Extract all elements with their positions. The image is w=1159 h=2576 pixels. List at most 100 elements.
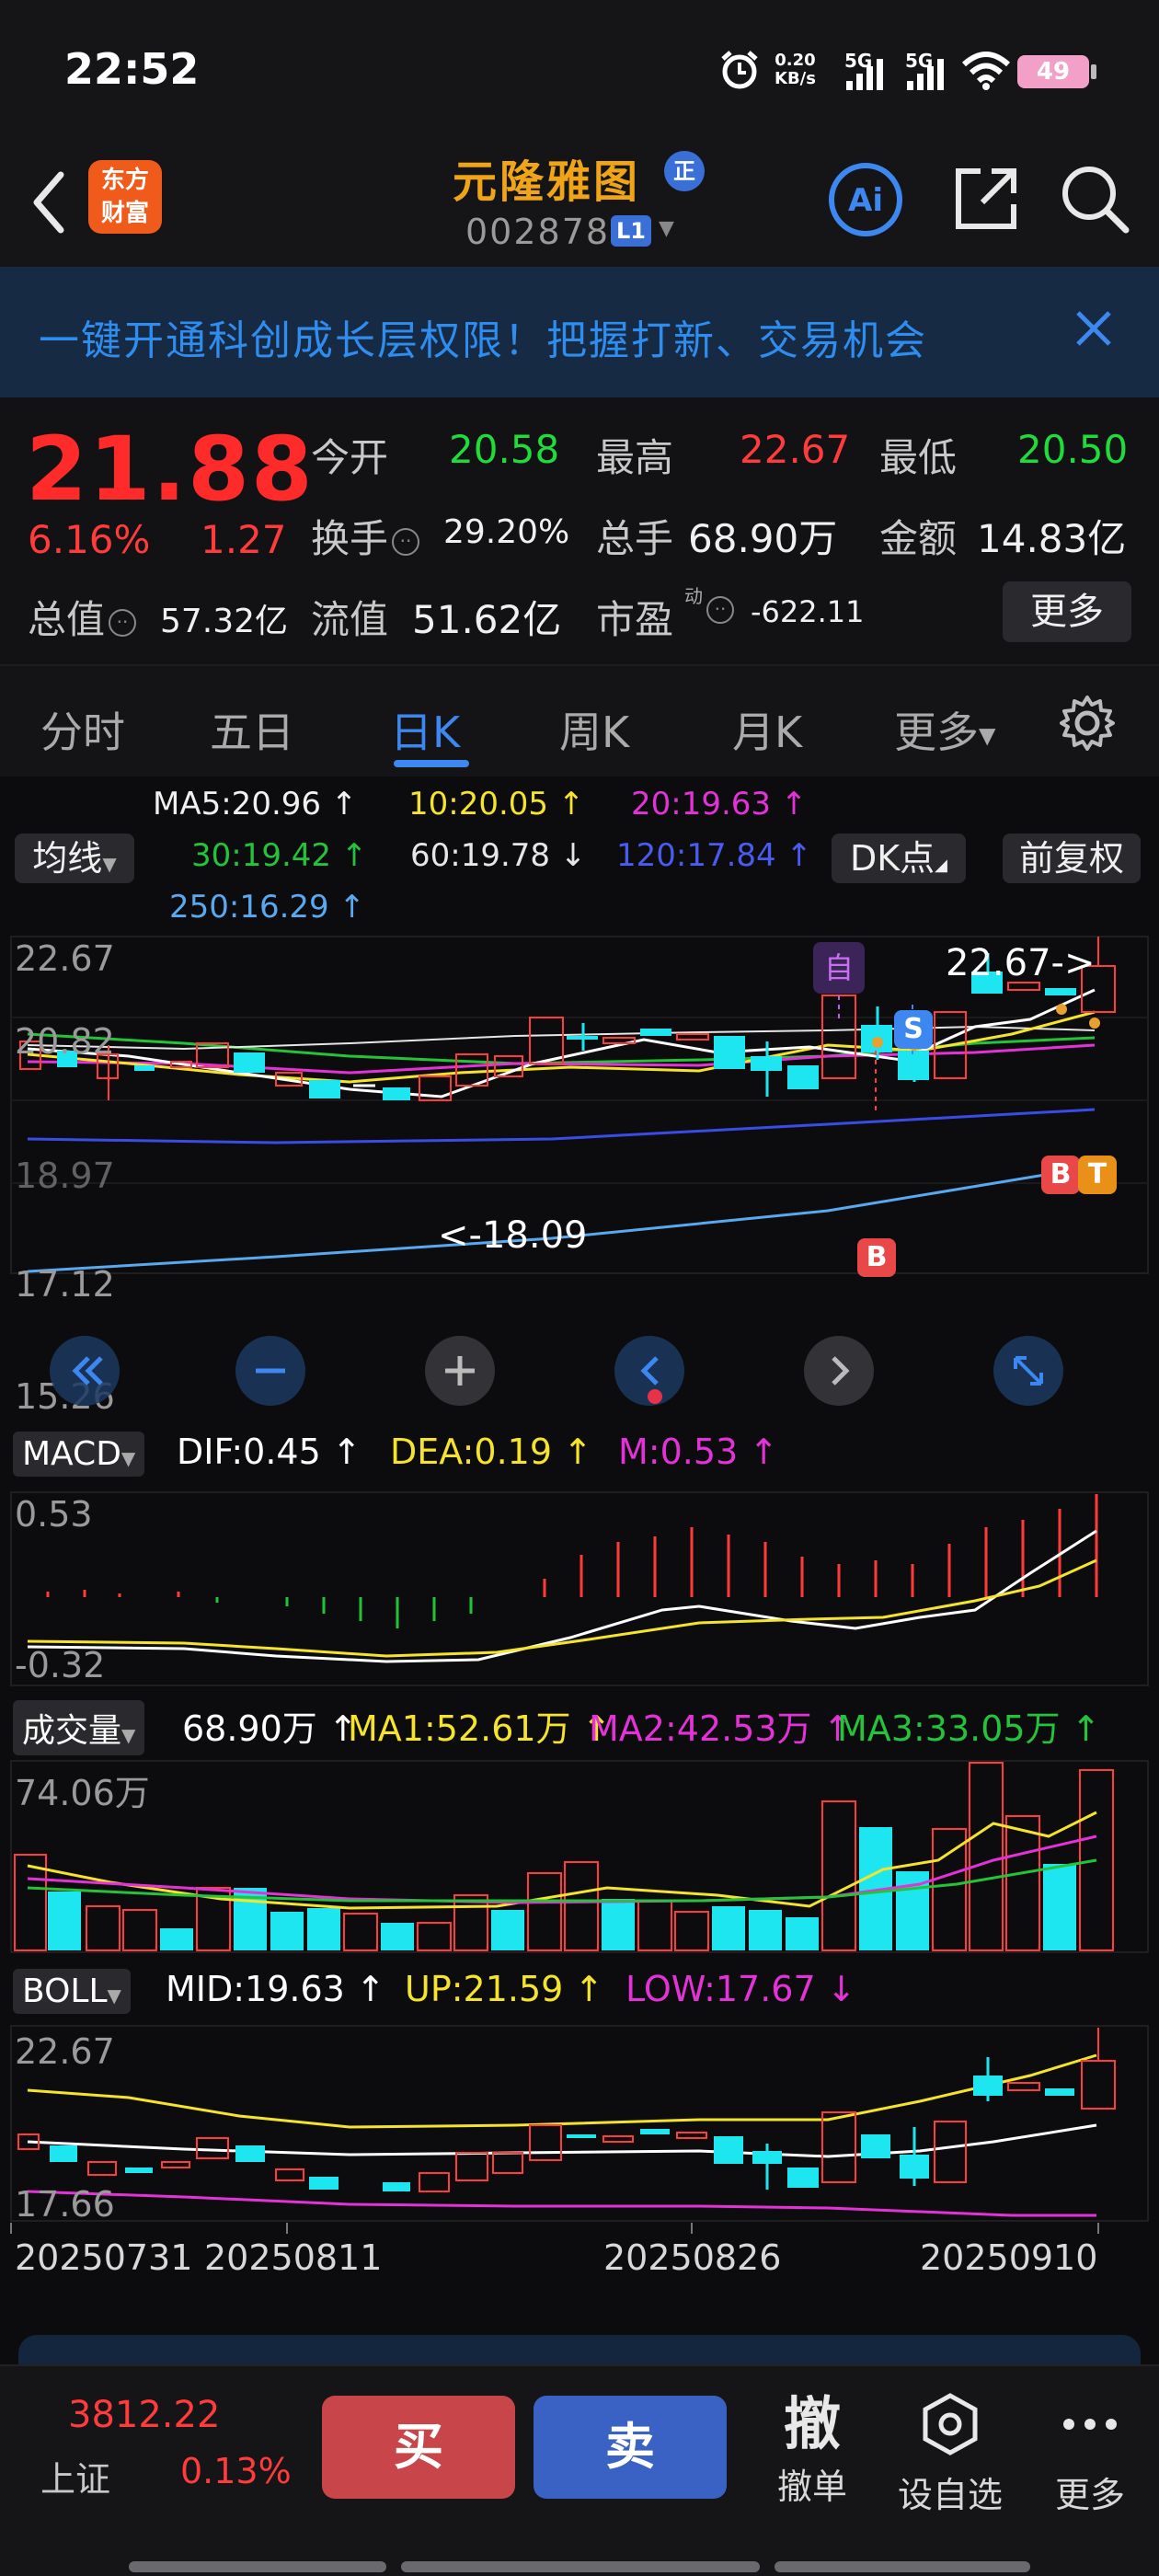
pe-label: 市盈	[596, 597, 674, 642]
index-name[interactable]: 上证	[40, 2451, 110, 2501]
eastmoney-logo[interactable]: 东方 财富	[88, 160, 162, 234]
volume-bars	[14, 1762, 1114, 1951]
float-cap-label: 流值	[311, 597, 389, 642]
boll-selector[interactable]: BOLL▼	[13, 1969, 131, 2014]
pe-value: -622.11	[751, 594, 865, 629]
last-price: 21.88	[26, 418, 315, 521]
signal-icon	[846, 59, 883, 90]
sell-button[interactable]: 卖	[534, 2396, 727, 2499]
buy-signal-marker-2[interactable]: B	[1041, 1156, 1080, 1194]
turnover-label: 换手 ··	[311, 508, 423, 564]
ai-assistant-icon[interactable]: Ai	[828, 162, 903, 237]
back-arrow-icon[interactable]	[26, 166, 72, 239]
macd-selector[interactable]: MACD▼	[13, 1432, 145, 1477]
pe-superscript: 动	[684, 585, 703, 607]
step-back-icon[interactable]	[613, 1334, 686, 1408]
caret-down-icon: ▼	[107, 1984, 121, 2007]
dk-point-button[interactable]: DK点◢	[832, 834, 966, 883]
zoom-out-icon[interactable]	[234, 1334, 307, 1408]
buy-button[interactable]: 买	[322, 2396, 515, 2499]
index-value[interactable]: 3812.22	[68, 2394, 220, 2436]
y-axis-label: 20.82	[15, 1021, 115, 1062]
volume-ma1: MA1:52.61万 ↑	[348, 1708, 612, 1749]
more-actions-button[interactable]: 更多	[1030, 2390, 1150, 2517]
more-dots-icon	[1063, 2419, 1117, 2430]
net-speed: 0.20 KB/s	[775, 51, 816, 88]
t-signal-marker[interactable]: T	[1078, 1156, 1117, 1194]
share-icon[interactable]	[949, 162, 1023, 236]
volume-value: 68.90万	[688, 516, 838, 561]
index-change-percent[interactable]: 0.13%	[180, 2451, 292, 2491]
macd-chart[interactable]	[0, 1490, 1159, 1687]
sell-signal-marker[interactable]: S	[894, 1010, 933, 1049]
caret-down-icon: ▼	[102, 853, 117, 875]
battery-tip	[1091, 64, 1096, 79]
macd-y-bottom: -0.32	[15, 1645, 106, 1685]
market-cap-value: 57.32亿	[160, 603, 289, 640]
volume-value: 68.90万 ↑	[182, 1708, 358, 1749]
zoom-in-icon[interactable]	[423, 1334, 497, 1408]
step-forward-icon[interactable]	[802, 1334, 876, 1408]
cancel-order-icon: 撤	[783, 2390, 841, 2457]
promo-text[interactable]: 一键开通科创成长层权限！把握打新、交易机会	[39, 307, 927, 366]
ma20-value: 20:19.63 ↑	[631, 786, 808, 822]
add-watchlist-button[interactable]: 设自选	[890, 2390, 1010, 2517]
float-cap-value: 51.62亿	[412, 597, 562, 642]
info-icon[interactable]: ··	[109, 608, 137, 637]
battery-indicator: 49	[1017, 55, 1089, 88]
info-icon[interactable]: ··	[392, 527, 420, 556]
amount-value: 14.83亿	[977, 516, 1127, 561]
clock: 22:52	[64, 44, 200, 94]
status-badge: 正	[664, 151, 705, 191]
info-icon[interactable]: ··	[703, 596, 738, 624]
tab-monthly-k[interactable]: 月K	[732, 699, 802, 760]
market-cap-label: 总值 ··	[28, 589, 140, 645]
date-label: 20250811	[204, 2237, 383, 2278]
ma5-value: MA5:20.96 ↑	[153, 786, 358, 822]
tab-daily-k[interactable]: 日K	[390, 699, 460, 760]
price-adjust-button[interactable]: 前复权	[1003, 834, 1141, 883]
macd-dea: DEA:0.19 ↑	[390, 1432, 592, 1472]
cancel-order-button[interactable]: 撤 撤单	[752, 2390, 872, 2509]
level-badge[interactable]: L1	[611, 215, 651, 247]
volume-selector[interactable]: 成交量▼	[13, 1700, 145, 1755]
self-select-marker[interactable]: 自	[813, 942, 865, 994]
change-value: 1.27	[201, 517, 287, 562]
quote-panel: 21.88 6.16% 1.27 今开 20.58 最高 22.67 最低 20…	[0, 397, 1159, 664]
gear-icon[interactable]	[1058, 694, 1117, 753]
ma250-value: 250:16.29 ↑	[169, 889, 365, 926]
volume-y-top: 74.06万	[15, 1773, 150, 1813]
date-label: 20250731	[15, 2237, 193, 2278]
boll-chart[interactable]	[0, 2024, 1159, 2223]
ma60-value: 60:19.78 ↓	[410, 837, 587, 874]
rewind-icon[interactable]	[48, 1334, 121, 1408]
chevron-down-icon[interactable]: ▼	[659, 217, 674, 240]
y-axis-label: 22.67	[15, 938, 115, 979]
macd-m: M:0.53 ↑	[618, 1432, 779, 1472]
boll-mid: MID:19.63 ↑	[166, 1969, 385, 2009]
ma-selector[interactable]: 均线▼	[15, 834, 134, 883]
tab-five-day[interactable]: 五日	[210, 699, 294, 760]
fullscreen-icon[interactable]	[992, 1334, 1065, 1408]
open-value: 20.58	[449, 427, 560, 472]
kline-chart-area[interactable]: 均线▼ MA5:20.96 ↑ 10:20.05 ↑ 20:19.63 ↑ 30…	[0, 776, 1159, 2304]
buy-signal-marker[interactable]: B	[857, 1238, 896, 1277]
tab-weekly-k[interactable]: 周K	[559, 699, 629, 760]
promo-banner[interactable]: 一键开通科创成长层权限！把握打新、交易机会	[0, 267, 1159, 397]
volume-label: 总手	[596, 516, 674, 561]
min-price-marker: <-18.09	[438, 1214, 588, 1257]
tab-intraday[interactable]: 分时	[40, 699, 125, 760]
more-quote-button[interactable]: 更多	[1003, 581, 1131, 642]
close-icon[interactable]	[1071, 305, 1117, 351]
search-icon[interactable]	[1058, 162, 1131, 236]
macd-dif: DIF:0.45 ↑	[177, 1432, 361, 1472]
y-axis-label: 18.97	[15, 1156, 115, 1196]
wifi-icon	[961, 52, 1011, 90]
volume-chart[interactable]	[0, 1759, 1159, 1954]
stock-code: 002878	[465, 212, 611, 252]
caret-down-icon: ▼	[121, 1724, 136, 1746]
amount-label: 金额	[879, 516, 958, 561]
ai-label: Ai	[848, 182, 883, 219]
active-tab-indicator	[394, 760, 469, 767]
tab-more[interactable]: 更多▼	[894, 699, 995, 760]
